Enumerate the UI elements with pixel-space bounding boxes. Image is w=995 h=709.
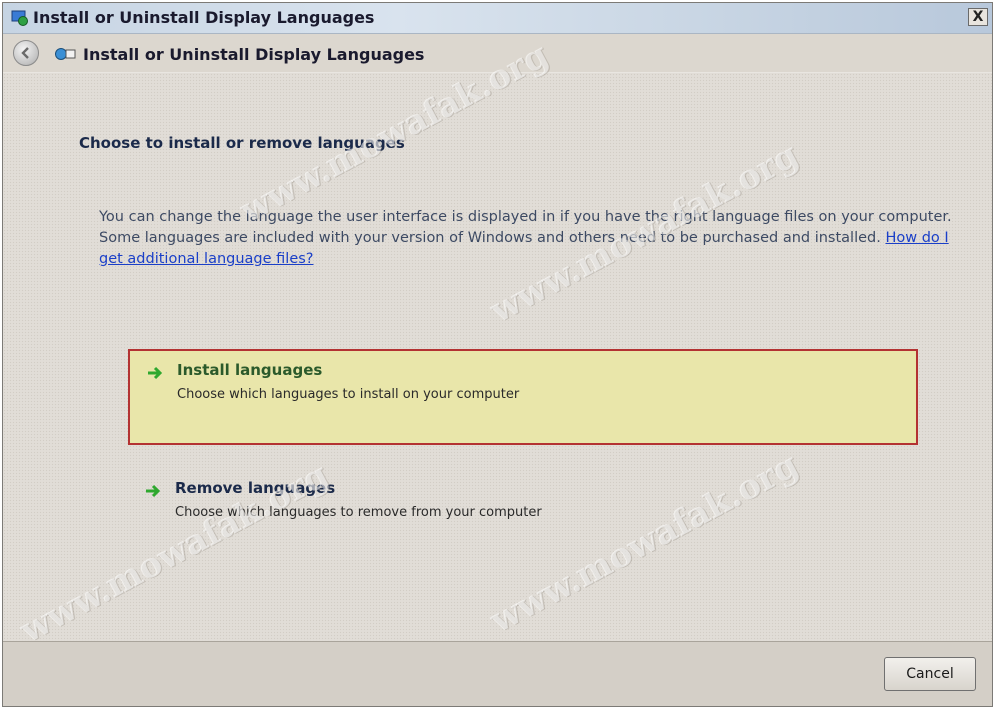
language-globe-icon	[11, 10, 28, 26]
remove-languages-option[interactable]: Remove languages Choose which languages …	[128, 469, 918, 565]
green-arrow-icon	[148, 366, 163, 380]
description-text: You can change the language the user int…	[99, 207, 969, 270]
install-languages-option[interactable]: Install languages Choose which languages…	[128, 349, 918, 445]
option-title: Install languages	[177, 361, 323, 379]
back-arrow-icon	[21, 47, 29, 59]
green-arrow-icon	[146, 484, 161, 498]
navigation-bar: Install or Uninstall Display Languages	[3, 34, 992, 73]
back-button[interactable]	[13, 40, 39, 66]
title-bar: Install or Uninstall Display Languages X	[3, 3, 992, 34]
dialog-window: Install or Uninstall Display Languages X…	[2, 2, 993, 707]
option-description: Choose which languages to install on you…	[177, 387, 520, 402]
close-button[interactable]: X	[968, 8, 988, 26]
language-icon	[55, 48, 76, 60]
option-title: Remove languages	[175, 479, 336, 497]
option-description: Choose which languages to remove from yo…	[175, 505, 542, 520]
cancel-button[interactable]: Cancel	[884, 657, 976, 691]
window-title: Install or Uninstall Display Languages	[33, 8, 375, 27]
page-title: Install or Uninstall Display Languages	[83, 45, 425, 64]
footer-bar: Cancel	[3, 641, 992, 706]
description-body: You can change the language the user int…	[99, 209, 952, 246]
section-heading: Choose to install or remove languages	[79, 134, 405, 152]
